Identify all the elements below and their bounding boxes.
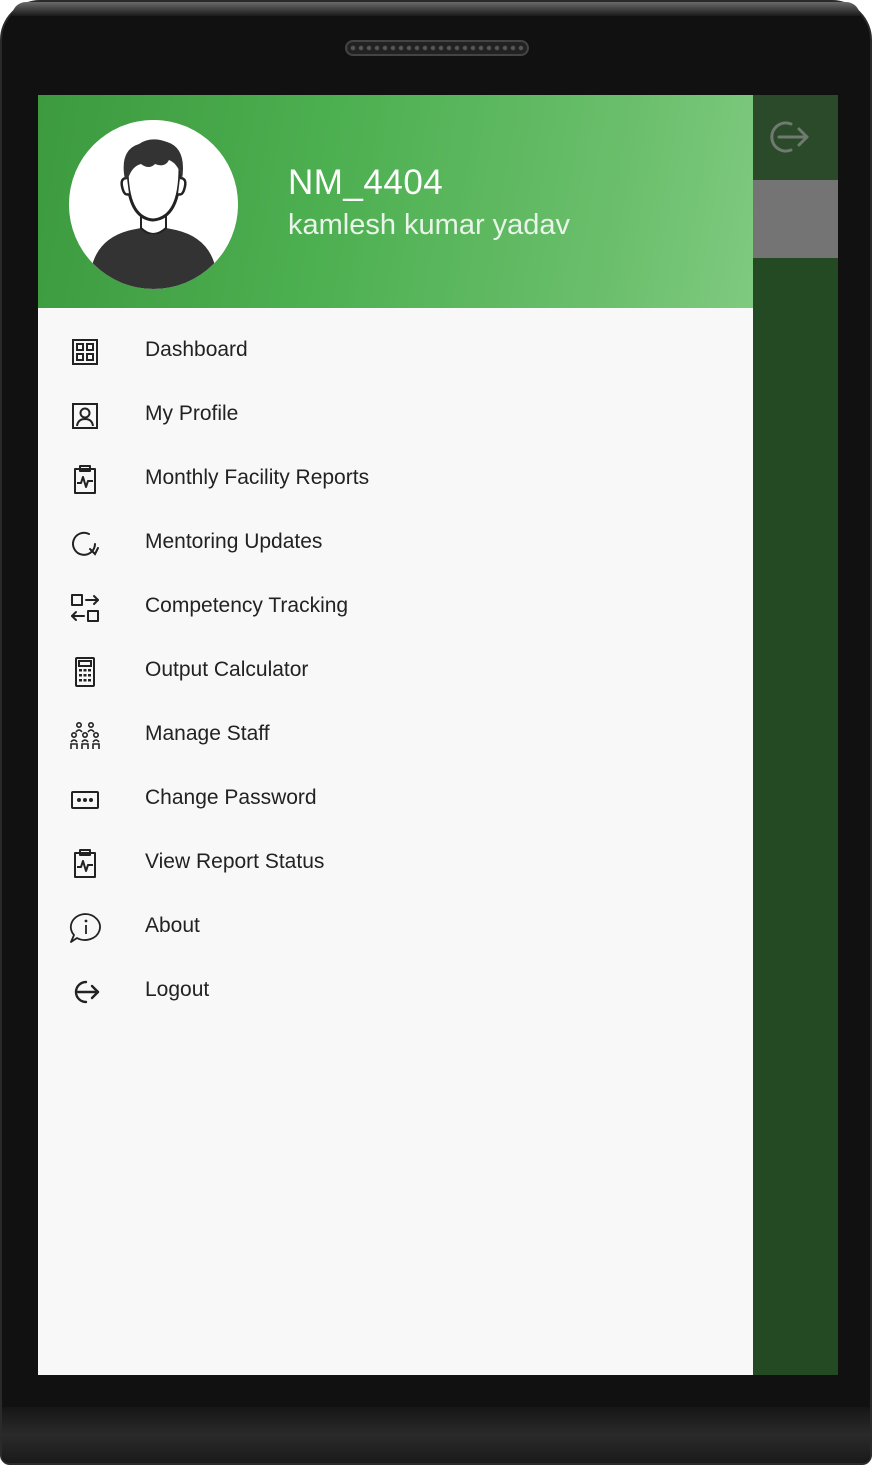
menu-item-manage-staff[interactable]: Manage Staff [38,704,753,768]
menu-item-monthly-facility-reports[interactable]: Monthly Facility Reports [38,448,753,512]
clipboard-pulse-icon [68,463,102,497]
menu-item-about[interactable]: About [38,896,753,960]
menu-item-output-calculator[interactable]: Output Calculator [38,640,753,704]
menu-item-label: Change Password [145,786,317,809]
dashboard-icon [68,335,102,369]
drawer-menu: Dashboard My Profile Monthly Facility Re… [38,320,753,1024]
menu-item-mentoring-updates[interactable]: Mentoring Updates [38,512,753,576]
swap-icon [68,591,102,625]
clipboard-pulse-icon [68,847,102,881]
speaker-grille [345,40,529,56]
drawer-header: NM_4404 kamlesh kumar yadav [38,95,753,308]
menu-item-change-password[interactable]: Change Password [38,768,753,832]
device-bottom-bezel [2,1407,870,1463]
avatar-person-icon [69,120,238,289]
menu-item-label: Mentoring Updates [145,530,323,553]
info-bubble-icon [68,911,102,945]
device-top-edge [12,2,860,16]
menu-item-label: View Report Status [145,850,325,873]
screen: NM_4404 kamlesh kumar yadav Dashboard My… [38,95,838,1375]
user-name: kamlesh kumar yadav [288,209,571,241]
refresh-icon [68,527,102,561]
menu-item-competency-tracking[interactable]: Competency Tracking [38,576,753,640]
logout-icon[interactable] [767,117,811,157]
menu-item-label: Monthly Facility Reports [145,466,370,489]
calculator-icon [68,655,102,689]
menu-item-view-report-status[interactable]: View Report Status [38,832,753,896]
menu-item-label: Manage Staff [145,722,270,745]
menu-item-label: Competency Tracking [145,594,349,617]
menu-item-label: Dashboard [145,338,248,361]
menu-item-dashboard[interactable]: Dashboard [38,320,753,384]
menu-item-label: My Profile [145,402,239,425]
menu-item-label: Logout [145,978,210,1001]
menu-item-label: Output Calculator [145,658,309,681]
avatar[interactable] [69,120,238,289]
menu-item-logout[interactable]: Logout [38,960,753,1024]
device-frame: NM_4404 kamlesh kumar yadav Dashboard My… [0,0,872,1465]
menu-item-my-profile[interactable]: My Profile [38,384,753,448]
background-content-block [753,180,838,258]
navigation-drawer: NM_4404 kamlesh kumar yadav Dashboard My… [38,95,753,1375]
password-icon [68,783,102,817]
user-id: NM_4404 [288,163,444,202]
logout-icon [68,975,102,1009]
profile-icon [68,399,102,433]
menu-item-label: About [145,914,200,937]
staff-group-icon [68,719,102,753]
